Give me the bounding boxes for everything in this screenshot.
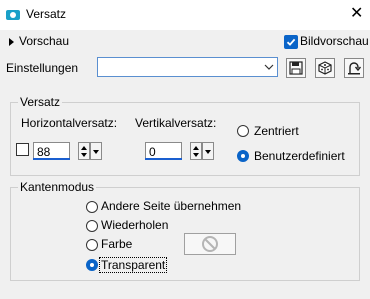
image-preview-checkbox[interactable] <box>284 35 298 49</box>
vertical-offset-slider-toggle[interactable] <box>202 142 214 160</box>
settings-label: Einstellungen <box>6 61 79 75</box>
offset-group <box>10 102 360 176</box>
image-preview-label: Bildvorschau <box>300 34 369 48</box>
edge-color-swatch[interactable] <box>184 233 236 255</box>
centered-radio[interactable] <box>237 125 249 137</box>
color-radio[interactable] <box>86 239 98 251</box>
app-icon <box>6 8 20 22</box>
horizontal-offset-label: Horizontalversatz: <box>21 116 118 130</box>
dropdown-arrow-icon[interactable] <box>93 150 99 154</box>
down-arrow-icon[interactable] <box>81 153 87 157</box>
vertical-offset-stepper[interactable] <box>190 142 202 160</box>
reset-preset-button[interactable] <box>344 58 364 78</box>
dropdown-arrow-icon[interactable] <box>205 150 211 154</box>
wrap-other-side-label[interactable]: Andere Seite übernehmen <box>101 199 241 213</box>
repeat-radio[interactable] <box>86 220 98 232</box>
settings-combo[interactable] <box>97 57 278 77</box>
edge-mode-group-legend: Kantenmodus <box>18 180 97 194</box>
no-color-icon <box>202 236 218 252</box>
link-offsets-checkbox[interactable] <box>16 143 29 156</box>
down-arrow-icon[interactable] <box>193 153 199 157</box>
horizontal-offset-stepper[interactable] <box>78 142 90 160</box>
transparent-radio[interactable] <box>86 259 98 271</box>
random-preset-button[interactable] <box>315 58 335 78</box>
transparent-label[interactable]: Transparent <box>99 257 168 273</box>
custom-offset-radio[interactable] <box>237 150 249 162</box>
color-label[interactable]: Farbe <box>101 237 132 251</box>
vertical-offset-focus-bar <box>145 158 182 160</box>
floppy-disk-icon <box>289 61 303 75</box>
horizontal-offset-slider-toggle[interactable] <box>90 142 102 160</box>
chevron-down-icon[interactable] <box>264 61 274 73</box>
centered-label[interactable]: Zentriert <box>254 124 299 138</box>
save-preset-button[interactable] <box>286 58 306 78</box>
window-title: Versatz <box>26 7 67 21</box>
horizontal-offset-focus-bar <box>33 158 70 160</box>
reset-arrow-icon <box>348 62 362 75</box>
expand-triangle-icon[interactable] <box>9 38 14 46</box>
vertical-offset-value: 0 <box>149 145 156 159</box>
preview-toggle-label[interactable]: Vorschau <box>19 34 69 48</box>
wrap-other-side-radio[interactable] <box>86 201 98 213</box>
vertical-offset-label: Vertikalversatz: <box>135 116 217 130</box>
up-arrow-icon[interactable] <box>193 146 199 150</box>
horizontal-offset-value: 88 <box>37 145 51 159</box>
offset-group-legend: Versatz <box>18 95 63 109</box>
up-arrow-icon[interactable] <box>81 146 87 150</box>
repeat-label[interactable]: Wiederholen <box>101 218 168 232</box>
custom-offset-label[interactable]: Benutzerdefiniert <box>254 149 345 163</box>
close-icon[interactable]: ✕ <box>350 4 363 24</box>
dice-icon <box>318 61 332 75</box>
